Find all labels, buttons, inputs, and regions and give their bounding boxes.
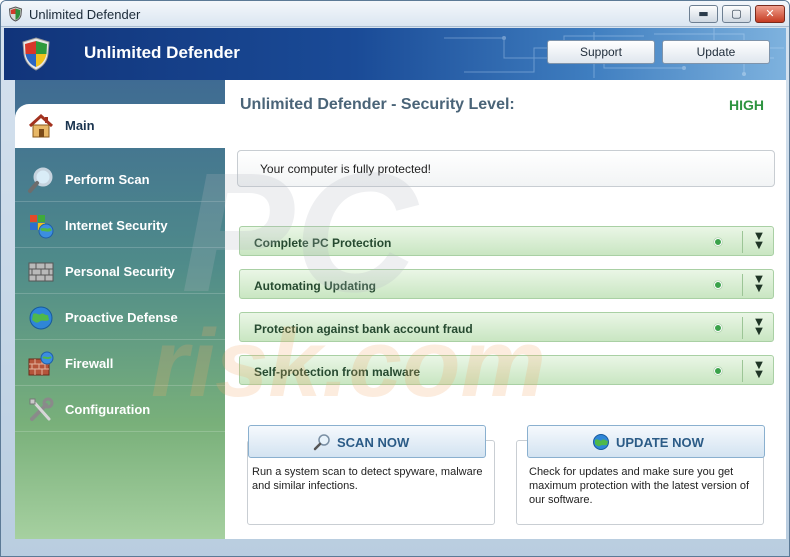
tools-icon [29, 397, 54, 421]
house-icon [28, 113, 54, 138]
sidebar: Main Perform Scan Internet Security Pers… [15, 80, 225, 539]
sidebar-item-label: Configuration [65, 402, 151, 417]
status-dot-icon [714, 324, 722, 332]
update-description: Check for updates and make sure you get … [529, 466, 750, 506]
divider [742, 231, 743, 253]
divider [742, 274, 743, 296]
feature-label: Automating Updating [254, 279, 376, 293]
shield-icon [8, 6, 23, 22]
app-window: Unlimited Defender ▬ ▢ ✕ Unlimited Defen [0, 0, 790, 557]
shield-logo-icon [22, 37, 50, 71]
sidebar-item-personal-security[interactable]: Personal Security [15, 250, 225, 294]
sidebar-item-firewall[interactable]: Firewall [15, 342, 225, 386]
scan-description: Run a system scan to detect spyware, mal… [252, 466, 483, 492]
magnifier-icon [28, 167, 53, 193]
sidebar-item-configuration[interactable]: Configuration [15, 388, 225, 432]
feature-label: Protection against bank account fraud [254, 322, 473, 336]
sidebar-item-proactive-defense[interactable]: Proactive Defense [15, 296, 225, 340]
sidebar-item-main[interactable]: Main [15, 104, 225, 148]
sidebar-item-label: Personal Security [65, 264, 175, 279]
firewall-icon [28, 351, 54, 376]
globe-icon [29, 306, 53, 330]
app-title: Unlimited Defender [84, 43, 240, 62]
double-chevron-down-icon[interactable]: ▼ ▼ [748, 275, 770, 295]
feature-row[interactable]: Self-protection from malware ▼ ▼ [239, 355, 774, 385]
minimize-button[interactable]: ▬ [689, 5, 718, 23]
header-banner: Unlimited Defender Support Update [4, 28, 786, 80]
status-dot-icon [714, 367, 722, 375]
globe-icon [593, 434, 609, 450]
sidebar-item-label: Firewall [65, 356, 114, 371]
feature-row[interactable]: Complete PC Protection ▼ ▼ [239, 226, 774, 256]
status-dot-icon [714, 238, 722, 246]
title-bar: Unlimited Defender ▬ ▢ ✕ [1, 1, 789, 27]
window-title: Unlimited Defender [29, 7, 141, 22]
sidebar-item-internet-security[interactable]: Internet Security [15, 204, 225, 248]
sidebar-item-label: Perform Scan [65, 172, 150, 187]
maximize-button[interactable]: ▢ [722, 5, 751, 23]
magnifier-icon [313, 434, 330, 451]
update-now-button[interactable]: UPDATE NOW [527, 425, 765, 458]
sidebar-item-label: Proactive Defense [65, 310, 178, 325]
status-box: Your computer is fully protected! [237, 150, 775, 187]
scan-card: SCAN NOW Run a system scan to detect spy… [247, 425, 495, 525]
status-dot-icon [714, 281, 722, 289]
support-button[interactable]: Support [547, 40, 655, 64]
scan-now-label: SCAN NOW [337, 435, 410, 450]
double-chevron-down-icon[interactable]: ▼ ▼ [748, 361, 770, 381]
feature-row[interactable]: Protection against bank account fraud ▼ … [239, 312, 774, 342]
divider [742, 317, 743, 339]
double-chevron-down-icon[interactable]: ▼ ▼ [748, 318, 770, 338]
feature-row[interactable]: Automating Updating ▼ ▼ [239, 269, 774, 299]
scan-now-button[interactable]: SCAN NOW [248, 425, 486, 458]
brick-wall-icon [28, 262, 54, 282]
divider [742, 360, 743, 382]
page-title: Unlimited Defender - Security Level: [240, 96, 515, 113]
double-chevron-down-icon[interactable]: ▼ ▼ [748, 232, 770, 252]
security-level-badge: HIGH [729, 97, 764, 113]
sidebar-item-label: Internet Security [65, 218, 168, 233]
main-panel: Unlimited Defender - Security Level: HIG… [225, 80, 786, 539]
update-button[interactable]: Update [662, 40, 770, 64]
feature-label: Self-protection from malware [254, 365, 421, 379]
globe-windows-icon [30, 215, 54, 239]
status-message: Your computer is fully protected! [260, 162, 431, 176]
sidebar-item-label: Main [65, 118, 95, 133]
update-card: UPDATE NOW Check for updates and make su… [516, 425, 765, 525]
close-button[interactable]: ✕ [755, 5, 785, 23]
sidebar-item-perform-scan[interactable]: Perform Scan [15, 158, 225, 202]
update-now-label: UPDATE NOW [616, 435, 704, 450]
feature-label: Complete PC Protection [254, 236, 392, 250]
